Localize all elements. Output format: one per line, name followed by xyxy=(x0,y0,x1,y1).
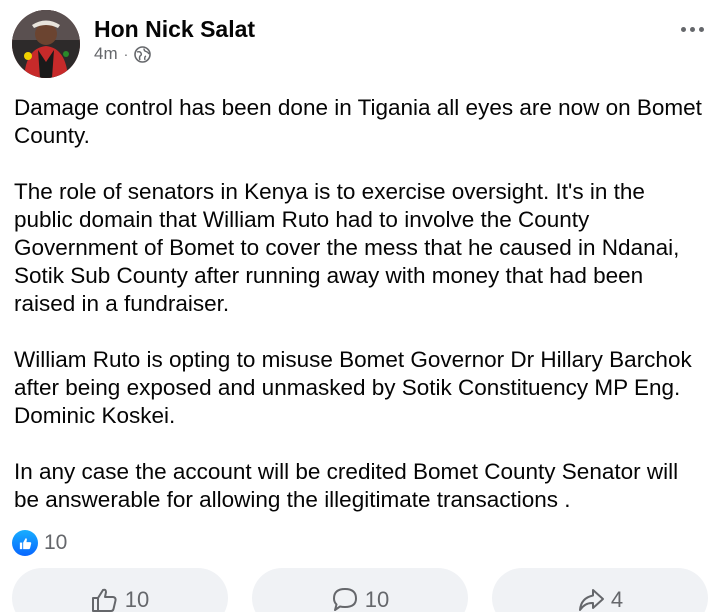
like-reaction-icon xyxy=(12,530,38,556)
facebook-post: Hon Nick Salat 4m · Damage control has b… xyxy=(0,0,720,612)
reaction-summary[interactable]: 10 xyxy=(12,530,67,556)
reaction-count: 10 xyxy=(44,531,68,554)
like-button[interactable]: 10 xyxy=(12,568,228,612)
share-icon xyxy=(577,587,605,612)
meta-separator: · xyxy=(123,46,129,62)
globe-icon xyxy=(134,45,152,63)
share-count: 4 xyxy=(610,587,624,612)
author-name[interactable]: Hon Nick Salat xyxy=(94,16,255,43)
like-count: 10 xyxy=(124,587,150,612)
share-button[interactable]: 4 xyxy=(492,568,708,612)
post-paragraph: William Ruto is opting to misuse Bomet G… xyxy=(14,347,692,428)
more-options-icon[interactable] xyxy=(678,22,706,36)
author-avatar[interactable] xyxy=(12,10,80,78)
post-meta: 4m · xyxy=(94,44,152,64)
post-header: Hon Nick Salat 4m · xyxy=(12,10,708,80)
post-paragraph: Damage control has been done in Tigania … xyxy=(14,95,702,148)
post-body: Damage control has been done in Tigania … xyxy=(14,94,704,542)
post-paragraph: The role of senators in Kenya is to exer… xyxy=(14,179,680,316)
thumbs-up-icon xyxy=(91,587,119,612)
comment-button[interactable]: 10 xyxy=(252,568,468,612)
action-bar: 10 10 4 xyxy=(12,568,708,612)
post-time[interactable]: 4m xyxy=(94,44,118,64)
post-paragraph: In any case the account will be credited… xyxy=(14,459,679,512)
comment-icon xyxy=(331,587,359,612)
comment-count: 10 xyxy=(364,587,390,612)
avatar-image xyxy=(12,10,80,78)
